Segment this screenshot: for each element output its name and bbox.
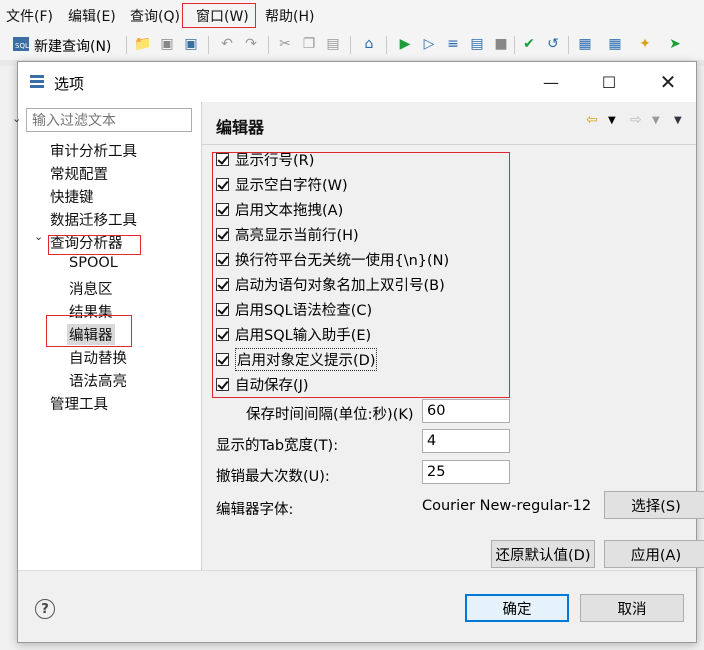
highlight-query-analyzer (48, 235, 141, 255)
tree-item-migration[interactable]: 数据迁移工具 (50, 209, 137, 230)
toolbar-separator (386, 36, 387, 54)
tree-item-spool[interactable]: SPOOL (69, 255, 118, 271)
tree-item-shortcuts[interactable]: 快捷键 (50, 186, 94, 207)
minimize-icon[interactable]: — (538, 70, 564, 94)
svg-text:SQL: SQL (15, 42, 29, 50)
filter-field[interactable] (26, 108, 194, 132)
toolbar-separator (350, 36, 351, 54)
back-arrow-icon[interactable]: ⇦ (586, 112, 598, 128)
page-nav: ⇦ ▼ ⇨ ▼ ▼ (586, 112, 686, 132)
options-icon (29, 74, 45, 90)
back-dropdown-icon[interactable]: ▼ (608, 115, 616, 126)
stop-icon[interactable]: ■ (492, 35, 510, 53)
choose-font-button[interactable]: 选择(S) (604, 491, 704, 519)
page-title: 编辑器 (216, 118, 265, 137)
explain-icon[interactable]: ▤ (468, 35, 486, 53)
apply-button[interactable]: 应用(A) (604, 540, 704, 568)
highlight-checkboxes (212, 152, 510, 398)
tree-item-general[interactable]: 常规配置 (50, 163, 108, 184)
save-icon[interactable]: ▣ (158, 35, 176, 53)
menu-edit[interactable]: 编辑(E) (68, 6, 116, 26)
view-menu-icon[interactable]: ▼ (674, 115, 682, 126)
tab-width-label: 显示的Tab宽度(T): (216, 438, 339, 454)
toolbar-separator (126, 36, 127, 54)
chevron-down-icon[interactable]: ⌄ (12, 112, 21, 125)
restore-defaults-button[interactable]: 还原默认值(D) (491, 540, 595, 568)
run-icon[interactable]: ▶ (396, 35, 414, 53)
search-object-icon[interactable]: ✦ (636, 35, 654, 53)
menu-help[interactable]: 帮助(H) (265, 6, 314, 26)
dialog-title: 选项 (54, 75, 85, 93)
sql-new-icon: SQL (12, 35, 30, 53)
dialog-button-bar: ? 确定 取消 (18, 570, 696, 642)
filter-input[interactable] (30, 110, 194, 132)
editor-settings-panel: 编辑器 ⇦ ▼ ⇨ ▼ ▼ 显示行号(R) 显示空白字符(W) 启用文本拖拽(A… (202, 102, 704, 570)
options-tree-panel: ⌄ 审计分析工具 常规配置 快捷键 数据迁移工具 ⌄ 查询分析器 SPOOL 消… (12, 102, 202, 570)
new-query-button[interactable]: 新建查询(N) (34, 36, 111, 56)
tree-item-autoreplace[interactable]: 自动替换 (69, 347, 127, 368)
toolbar-separator (208, 36, 209, 54)
tree-item-message[interactable]: 消息区 (69, 278, 113, 299)
tab-width-input[interactable]: 4 (422, 429, 510, 453)
toolbar-separator (268, 36, 269, 54)
run-script-icon[interactable]: ≡ (444, 35, 462, 53)
commit-icon[interactable]: ✔ (520, 35, 538, 53)
toolbar-separator (568, 36, 569, 54)
options-dialog: 选项 — ☐ ✕ ⌄ 审计分析工具 常规配置 快捷键 数据迁移工具 ⌄ 查询分析… (12, 61, 704, 643)
undo-max-input[interactable]: 25 (422, 460, 510, 484)
cut-icon[interactable]: ✂ (276, 35, 294, 53)
chevron-down-icon[interactable]: ⌄ (34, 230, 43, 243)
rollback-icon[interactable]: ↺ (544, 35, 562, 53)
save-interval-input[interactable]: 60 (422, 399, 510, 423)
undo-max-label: 撤销最大次数(U): (216, 469, 330, 485)
calendar-icon[interactable]: ▦ (576, 35, 594, 53)
editor-font-label: 编辑器字体: (216, 502, 294, 518)
export-icon[interactable]: ➤ (666, 35, 684, 53)
redo-icon[interactable]: ↷ (242, 35, 260, 53)
tree-item-syntax-highlight[interactable]: 语法高亮 (69, 370, 127, 391)
save-all-icon[interactable]: ▣ (182, 35, 200, 53)
editor-font-value: Courier New-regular-12 (422, 498, 592, 514)
open-folder-icon[interactable]: 📁 (134, 35, 152, 53)
home-icon[interactable]: ⌂ (360, 35, 378, 53)
title-divider (202, 144, 696, 145)
menu-file[interactable]: 文件(F) (6, 6, 53, 26)
cancel-button[interactable]: 取消 (580, 594, 684, 622)
maximize-icon[interactable]: ☐ (596, 70, 622, 94)
tree-item-audit[interactable]: 审计分析工具 (50, 140, 137, 161)
run-selection-icon[interactable]: ▷ (420, 35, 438, 53)
forward-arrow-icon[interactable]: ⇨ (630, 112, 642, 128)
forward-dropdown-icon[interactable]: ▼ (652, 115, 660, 126)
dialog-titlebar: 选项 — ☐ ✕ (18, 62, 696, 102)
copy-icon[interactable]: ❐ (300, 35, 318, 53)
paste-icon[interactable]: ▤ (324, 35, 342, 53)
tree-item-management[interactable]: 管理工具 (50, 393, 108, 414)
highlight-editor (46, 315, 132, 347)
toolbar: SQL 新建查询(N) 📁 ▣ ▣ ↶ ↷ ✂ ❐ ▤ ⌂ ▶ ▷ ≡ ▤ ■ … (0, 30, 704, 61)
highlight-window-menu (182, 3, 256, 28)
undo-icon[interactable]: ↶ (218, 35, 236, 53)
close-icon[interactable]: ✕ (655, 70, 681, 94)
schedule-icon[interactable]: ▦ (606, 35, 624, 53)
ok-button[interactable]: 确定 (465, 594, 569, 622)
menubar: 文件(F) 编辑(E) 查询(Q) 窗口(W) 帮助(H) (0, 0, 704, 30)
toolbar-separator (514, 36, 515, 54)
menu-query[interactable]: 查询(Q) (130, 6, 180, 26)
help-icon[interactable]: ? (35, 599, 55, 619)
save-interval-label: 保存时间间隔(单位:秒)(K) (246, 407, 414, 423)
